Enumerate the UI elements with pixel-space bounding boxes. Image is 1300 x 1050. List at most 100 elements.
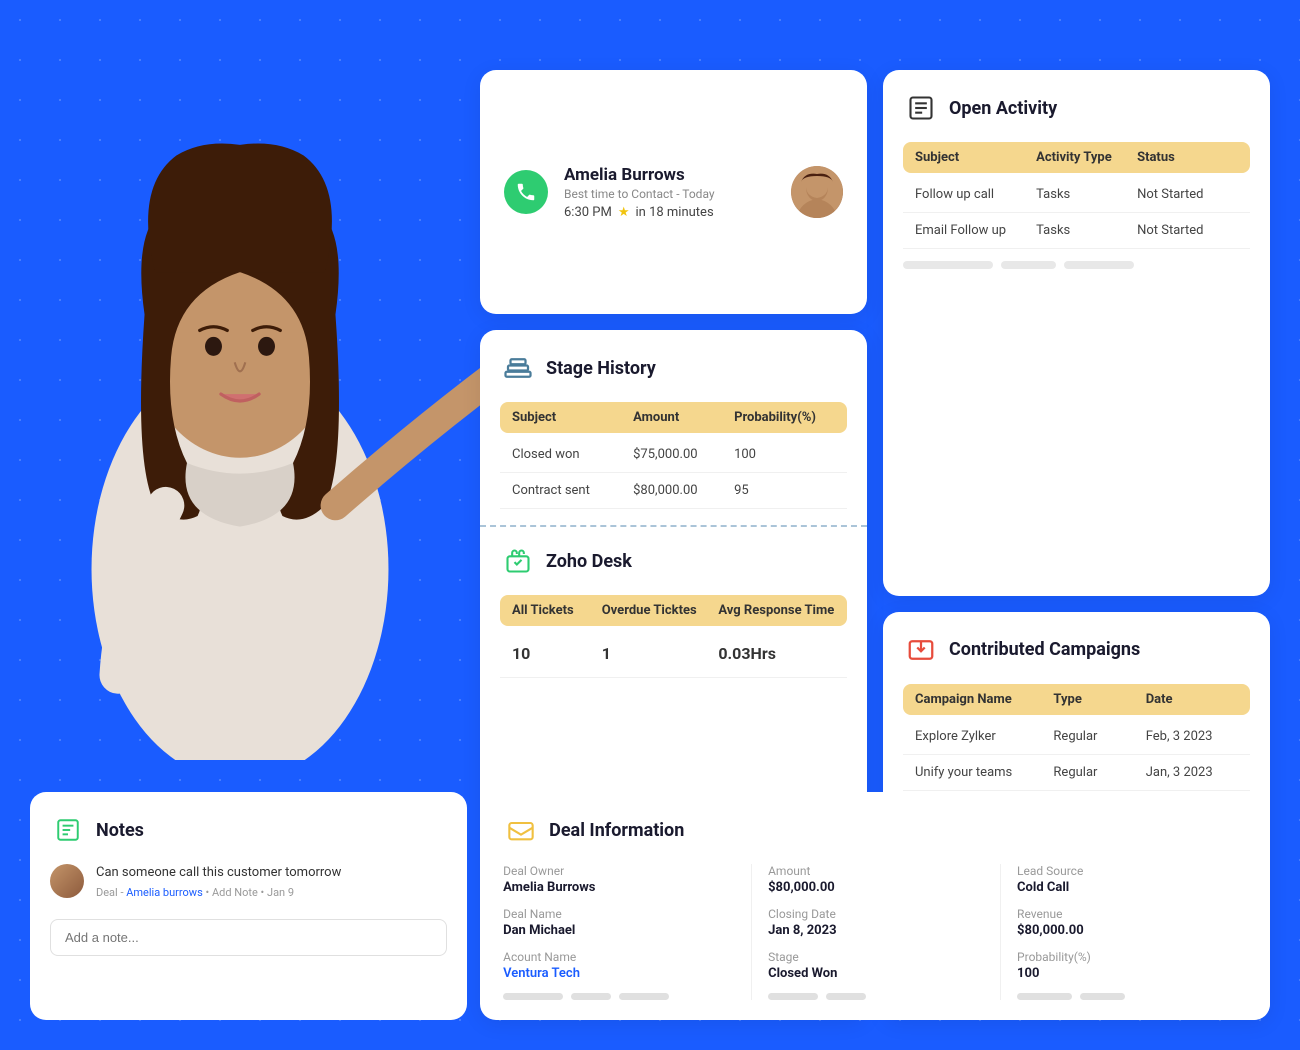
campaign-row-1[interactable]: Explore Zylker Regular Feb, 3 2023 <box>903 719 1250 755</box>
zoho-desk-title: Zoho Desk <box>546 551 632 572</box>
camp-col-type: Type <box>1053 692 1145 707</box>
note-item: Can someone call this customer tomorrow … <box>50 864 447 899</box>
stage-col-probability: Probability(%) <box>734 410 835 425</box>
closing-date-field: Closing Date Jan 8, 2023 <box>768 907 984 938</box>
revenue-label: Revenue <box>1017 907 1234 921</box>
stage-probability-2: 95 <box>734 483 835 498</box>
deal-icon <box>503 812 539 848</box>
deal-col-1: Deal Owner Amelia Burrows Deal Name Dan … <box>503 864 752 1000</box>
stage-subject-2: Contract sent <box>512 483 633 498</box>
deal-info-header: Deal Information <box>503 812 1250 848</box>
deal-name-value: Dan Michael <box>503 923 735 938</box>
notes-card: Notes Can someone call this customer tom… <box>30 792 467 1020</box>
zoho-tickets-value: 10 <box>512 644 602 663</box>
contact-card: Amelia Burrows Best time to Contact - To… <box>480 70 867 314</box>
contact-time-value: 6:30 PM <box>564 205 612 220</box>
zoho-metrics-row: 10 1 0.03Hrs <box>500 630 847 678</box>
person-illustration <box>0 60 480 760</box>
lead-source-value: Cold Call <box>1017 880 1234 895</box>
camp-col-date: Date <box>1146 692 1238 707</box>
open-activity-title: Open Activity <box>949 98 1057 119</box>
placeholder-2 <box>1001 261 1056 269</box>
placeholder-1 <box>903 261 993 269</box>
col-activity-type: Activity Type <box>1036 150 1137 165</box>
campaign-date-1: Feb, 3 2023 <box>1146 729 1238 744</box>
campaign-name-2: Unify your teams <box>915 765 1053 780</box>
stage-probability-1: 100 <box>734 447 835 462</box>
deal-placeholder-3 <box>619 993 669 1000</box>
activity-row-1[interactable]: Follow up call Tasks Not Started <box>903 177 1250 213</box>
stage-row-2[interactable]: Contract sent $80,000.00 95 <box>500 473 847 509</box>
campaigns-icon <box>903 632 939 668</box>
star-icon: ★ <box>618 205 630 220</box>
activity-subject-1: Follow up call <box>915 187 1036 202</box>
list-icon <box>903 90 939 126</box>
zoho-table-header: All Tickets Overdue Ticktes Avg Response… <box>500 595 847 626</box>
note-text: Can someone call this customer tomorrow <box>96 864 341 882</box>
zoho-avg-response-value: 0.03Hrs <box>718 644 835 663</box>
closing-date-label: Closing Date <box>768 907 984 921</box>
deal-col2-placeholders <box>768 993 984 1000</box>
stage-amount-1: $75,000.00 <box>633 447 734 462</box>
section-divider <box>480 525 867 527</box>
stage-subject-1: Closed won <box>512 447 633 462</box>
camp-col-name: Campaign Name <box>915 692 1053 707</box>
lead-source-label: Lead Source <box>1017 864 1234 878</box>
probability-label: Probability(%) <box>1017 950 1234 964</box>
activity-table-header: Subject Activity Type Status <box>903 142 1250 173</box>
note-meta-date: Jan 9 <box>267 886 294 899</box>
add-note-input[interactable] <box>50 919 447 956</box>
stage-col-amount: Amount <box>633 410 734 425</box>
notes-title: Notes <box>96 820 144 841</box>
deal-col-2: Amount $80,000.00 Closing Date Jan 8, 20… <box>752 864 1001 1000</box>
phone-icon-wrapper[interactable] <box>504 170 548 214</box>
campaign-row-2[interactable]: Unify your teams Regular Jan, 3 2023 <box>903 755 1250 791</box>
revenue-field: Revenue $80,000.00 <box>1017 907 1234 938</box>
campaign-name-1: Explore Zylker <box>915 729 1053 744</box>
deal-placeholder-4 <box>768 993 818 1000</box>
bottom-area: Notes Can someone call this customer tom… <box>30 792 1270 1020</box>
deal-placeholder-6 <box>1017 993 1072 1000</box>
stage-table-header: Subject Amount Probability(%) <box>500 402 847 433</box>
contact-time-note: in 18 minutes <box>636 205 714 220</box>
deal-col-3: Lead Source Cold Call Revenue $80,000.00… <box>1001 864 1250 1000</box>
activity-type-1: Tasks <box>1036 187 1137 202</box>
activity-row-2[interactable]: Email Follow up Tasks Not Started <box>903 213 1250 249</box>
account-name-value[interactable]: Ventura Tech <box>503 966 735 981</box>
contact-best-time: Best time to Contact - Today <box>564 187 775 201</box>
deal-owner-field: Deal Owner Amelia Burrows <box>503 864 735 895</box>
campaign-type-2: Regular <box>1053 765 1145 780</box>
deal-owner-label: Deal Owner <box>503 864 735 878</box>
deal-grid: Deal Owner Amelia Burrows Deal Name Dan … <box>503 864 1250 1000</box>
note-meta-link[interactable]: Amelia burrows <box>126 886 203 899</box>
notes-icon <box>50 812 86 848</box>
deal-col1-placeholders <box>503 993 735 1000</box>
activity-subject-2: Email Follow up <box>915 223 1036 238</box>
activity-type-2: Tasks <box>1036 223 1137 238</box>
amount-value: $80,000.00 <box>768 880 984 895</box>
note-add-action[interactable]: Add Note <box>212 886 258 899</box>
stage-col-subject: Subject <box>512 410 633 425</box>
deal-col3-placeholders <box>1017 993 1234 1000</box>
campaigns-title: Contributed Campaigns <box>949 639 1140 660</box>
stage-row-1[interactable]: Closed won $75,000.00 100 <box>500 437 847 473</box>
campaigns-header: Contributed Campaigns <box>903 632 1250 668</box>
note-meta-deal: Deal - <box>96 886 126 899</box>
activity-status-2: Not Started <box>1137 223 1238 238</box>
zoho-col-overdue: Overdue Ticktes <box>602 603 719 618</box>
avatar-svg <box>791 166 843 218</box>
amount-field: Amount $80,000.00 <box>768 864 984 895</box>
stage-field: Stage Closed Won <box>768 950 984 981</box>
stage-amount-2: $80,000.00 <box>633 483 734 498</box>
deal-name-label: Deal Name <box>503 907 735 921</box>
deal-owner-value: Amelia Burrows <box>503 880 735 895</box>
account-name-label: Acount Name <box>503 950 735 964</box>
stage-icon <box>500 350 536 386</box>
zoho-col-tickets: All Tickets <box>512 603 602 618</box>
note-meta: Deal - Amelia burrows • Add Note • Jan 9 <box>96 886 341 899</box>
zoho-col-avg-response: Avg Response Time <box>718 603 835 618</box>
deal-placeholder-7 <box>1080 993 1125 1000</box>
col-subject: Subject <box>915 150 1036 165</box>
note-author-avatar <box>50 864 84 898</box>
account-name-field: Acount Name Ventura Tech <box>503 950 735 981</box>
